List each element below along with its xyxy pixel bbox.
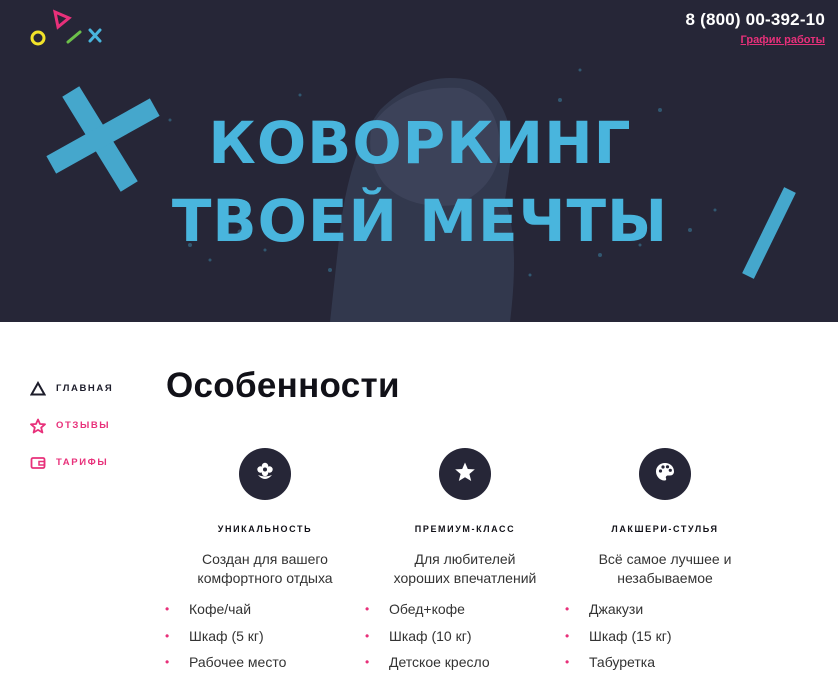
headline-line-1: КОВОРКИНГ [208,109,632,177]
feature-icon-circle [639,448,691,500]
side-navigation: ГЛАВНАЯ ОТЗЫВЫ ТАРИФЫ [30,370,150,481]
feature-icon-circle [239,448,291,500]
list-item: Рабочее место [165,649,365,676]
nav-item-reviews[interactable]: ОТЗЫВЫ [30,407,150,444]
star-icon [454,461,476,488]
feature-title: ПРЕМИУМ-КЛАСС [414,524,516,534]
feature-title: ЛАКШЕРИ-СТУЛЬЯ [611,524,719,534]
list-item: Шкаф (15 кг) [565,623,765,650]
feature-description: Создан для вашего комфортного отдыха [165,550,365,588]
list-item: Джакузи [565,596,765,623]
feature-description: Для любителей хороших впечатлений [365,550,565,588]
flower-icon [254,461,276,488]
nav-item-tariffs[interactable]: ТАРИФЫ [30,444,150,481]
list-item: Детское кресло [365,649,565,676]
desc-line: незабываемое [617,570,713,586]
feature-icon-circle [439,448,491,500]
desc-line: хороших впечатлений [393,570,537,586]
page-title: Особенности [166,366,400,405]
headline-line-2: ТВОЕЙ МЕЧТЫ [171,187,669,255]
feature-card: ЛАКШЕРИ-СТУЛЬЯ Всё самое лучшее и незабы… [565,448,765,676]
wallet-icon [30,455,46,471]
nav-item-label: ТАРИФЫ [56,457,109,468]
feature-description: Всё самое лучшее и незабываемое [565,550,765,588]
feature-title: УНИКАЛЬНОСТЬ [217,524,313,534]
list-item: Шкаф (5 кг) [165,623,365,650]
nav-item-home[interactable]: ГЛАВНАЯ [30,370,150,407]
desc-line: комфортного отдыха [197,570,333,586]
feature-list: Джакузи Шкаф (15 кг) Табуретка [565,596,765,676]
triangle-icon [30,380,46,397]
list-item: Кофе/чай [165,596,365,623]
logo[interactable] [28,8,108,48]
nav-item-label: ОТЗЫВЫ [56,420,111,431]
desc-line: Для любителей [414,551,516,567]
feature-card: ПРЕМИУМ-КЛАСС Для любителей хороших впеч… [365,448,565,676]
desc-line: Всё самое лучшее и [598,551,732,567]
hero-banner: 8 (800) 00-392-10 График работы КОВОРКИН… [0,0,838,322]
hero-headline: КОВОРКИНГ ТВОЕЙ МЕЧТЫ [150,104,690,260]
list-item: Табуретка [565,649,765,676]
contact-block: 8 (800) 00-392-10 График работы [686,10,826,48]
star-icon [30,418,46,434]
feature-list: Кофе/чай Шкаф (5 кг) Рабочее место [165,596,365,676]
feature-card: УНИКАЛЬНОСТЬ Создан для вашего комфортно… [165,448,365,676]
phone-number[interactable]: 8 (800) 00-392-10 [686,10,826,30]
feature-list: Обед+кофе Шкаф (10 кг) Детское кресло [365,596,565,676]
nav-item-label: ГЛАВНАЯ [56,383,114,394]
list-item: Обед+кофе [365,596,565,623]
desc-line: Создан для вашего [202,551,328,567]
list-item: Шкаф (10 кг) [365,623,565,650]
schedule-link[interactable]: График работы [741,34,825,46]
palette-icon [654,461,676,488]
